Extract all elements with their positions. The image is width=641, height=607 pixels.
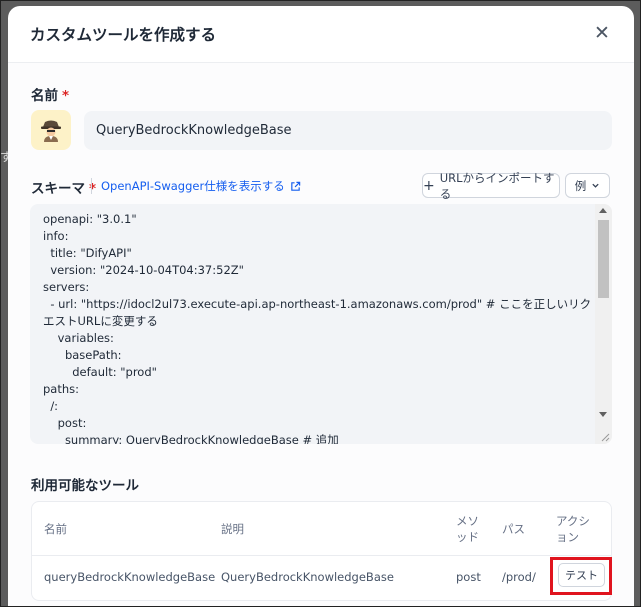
tool-row-path: /prod/: [502, 570, 536, 584]
tool-name-input[interactable]: [84, 111, 612, 150]
detective-icon: [41, 120, 61, 142]
tool-avatar[interactable]: [31, 110, 71, 150]
import-button-label: URLからインポートする: [439, 170, 555, 201]
column-header-description: 説明: [221, 522, 244, 536]
column-header-path: パス: [502, 522, 525, 536]
column-header-name: 名前: [44, 522, 67, 536]
test-button[interactable]: テスト: [558, 563, 605, 587]
close-icon[interactable]: ✕: [592, 23, 612, 43]
schema-code[interactable]: openapi: "3.0.1" info: title: "DifyAPI" …: [43, 211, 593, 444]
required-mark: *: [62, 88, 70, 104]
scroll-up-icon[interactable]: [599, 208, 607, 213]
dialog-title: カスタムツールを作成する: [30, 26, 217, 44]
available-tools-label: 利用可能なツール: [31, 478, 139, 494]
scroll-down-icon[interactable]: [599, 412, 607, 417]
swagger-link-text: OpenAPI-Swagger仕様を表示する: [101, 179, 285, 193]
schema-editor[interactable]: openapi: "3.0.1" info: title: "DifyAPI" …: [30, 204, 612, 444]
resize-grip-icon[interactable]: [598, 430, 610, 442]
external-link-icon: [290, 181, 300, 191]
scrollbar-thumb[interactable]: [598, 220, 609, 298]
name-label: 名前 *: [31, 84, 69, 104]
tool-row-name: queryBedrockKnowledgeBase: [44, 570, 216, 584]
tool-row-method: post: [456, 570, 481, 584]
example-dropdown-button[interactable]: 例: [565, 173, 610, 198]
import-from-url-button[interactable]: + URLからインポートする: [422, 171, 560, 201]
dialog-header: カスタムツールを作成する ✕: [8, 6, 634, 63]
table-divider: [32, 555, 611, 556]
column-header-method: メソッド: [456, 514, 479, 544]
example-button-label: 例: [574, 178, 587, 193]
column-header-action: アクション: [556, 514, 590, 544]
schema-label-text: スキーマ: [31, 181, 85, 197]
plus-icon: +: [423, 177, 435, 194]
swagger-spec-link[interactable]: OpenAPI-Swagger仕様を表示する: [91, 178, 301, 194]
tool-row-description: QueryBedrockKnowledgeBase: [221, 570, 394, 584]
schema-label: スキーマ *: [31, 177, 96, 197]
tools-table: 名前 説明 メソッド パス アクション queryBedrockKnowledg…: [31, 501, 612, 601]
create-custom-tool-dialog: カスタムツールを作成する ✕ 名前* スキーマ* OpenAPI-Swagger…: [8, 6, 634, 607]
chevron-down-icon: [592, 183, 599, 188]
schema-scrollbar[interactable]: [595, 204, 612, 444]
name-label-text: 名前: [31, 88, 58, 104]
